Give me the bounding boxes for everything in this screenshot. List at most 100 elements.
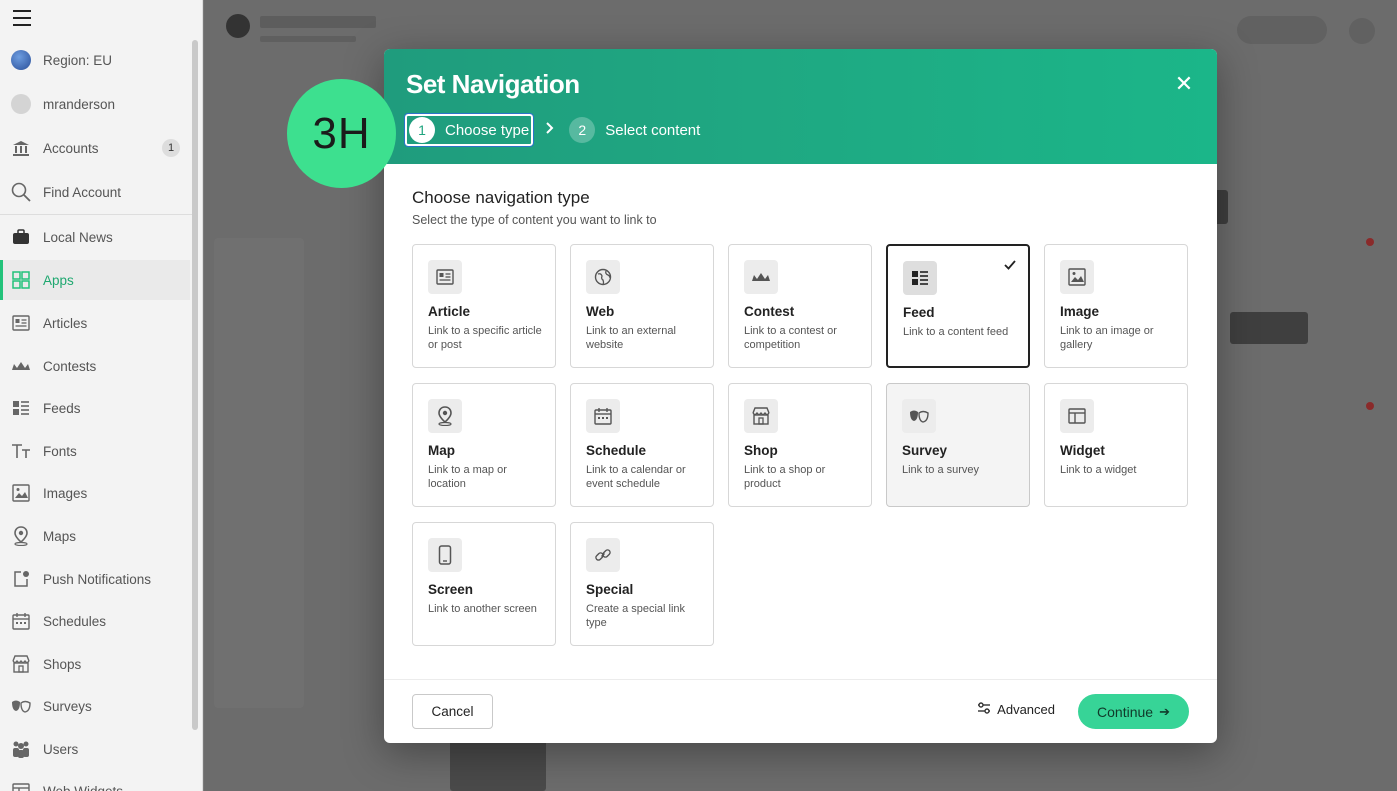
sidebar-item-shops[interactable]: Shops — [0, 644, 190, 684]
option-name: Image — [1060, 304, 1100, 319]
image-icon — [10, 482, 32, 504]
sidebar-item-articles[interactable]: Articles — [0, 303, 190, 343]
sidebar-item-contests[interactable]: Contests — [0, 346, 190, 386]
background-indicator — [1366, 402, 1374, 410]
option-card-widget[interactable]: Widget Link to a widget — [1044, 383, 1188, 507]
calendar-icon — [10, 610, 32, 632]
option-card-feed[interactable]: Feed Link to a content feed — [886, 244, 1030, 368]
sidebar-item-surveys[interactable]: Surveys — [0, 686, 190, 726]
sidebar-item-maps[interactable]: Maps — [0, 516, 190, 556]
sidebar-item-label: Maps — [43, 528, 77, 544]
option-description: Link to another screen — [428, 603, 537, 615]
option-card-contest[interactable]: Contest Link to a contest or competition — [728, 244, 872, 368]
arrow-right-icon: ➔ — [1159, 703, 1170, 719]
sidebar-item-push-notifications[interactable]: Push Notifications — [0, 559, 190, 599]
option-card-shop[interactable]: Shop Link to a shop or product — [728, 383, 872, 507]
option-card-survey[interactable]: Survey Link to a survey — [886, 383, 1030, 507]
sidebar-item-local-news[interactable]: Local News — [0, 217, 190, 257]
option-description: Link to an external website — [586, 325, 676, 351]
step-number: 2 — [569, 117, 596, 143]
option-card-screen[interactable]: Screen Link to another screen — [412, 522, 556, 646]
background-circle-button — [1349, 18, 1375, 44]
option-name: Survey — [902, 443, 948, 458]
bank-icon — [10, 137, 32, 159]
menu-icon[interactable] — [13, 10, 31, 26]
notification-icon — [10, 568, 32, 590]
option-description: Link to a content feed — [903, 326, 1009, 338]
sidebar-item-schedules[interactable]: Schedules — [0, 601, 190, 641]
option-card-map[interactable]: Map Link to a map or location — [412, 383, 556, 507]
sidebar-item-find-account[interactable]: Find Account — [0, 172, 190, 212]
image-icon — [1060, 260, 1094, 294]
shop-icon — [10, 653, 32, 675]
option-name: Screen — [428, 582, 474, 597]
stepper: 1 Choose type 2 Select content — [403, 113, 704, 147]
sidebar-item-label: Fonts — [43, 443, 77, 459]
option-card-special[interactable]: Special Create a special link type — [570, 522, 714, 646]
option-description: Link to a contest or competition — [744, 325, 837, 351]
option-description: Link to a survey — [902, 464, 980, 476]
step-marker: 3H — [287, 79, 396, 188]
section-title: Choose navigation type — [412, 188, 590, 207]
sidebar-item-fonts[interactable]: Fonts — [0, 431, 190, 471]
close-icon[interactable]: ✕ — [1173, 73, 1195, 95]
globe-icon — [10, 49, 32, 71]
article-icon — [428, 260, 462, 294]
background-pill-button — [1237, 16, 1327, 44]
user-menu[interactable]: mranderson — [0, 84, 190, 124]
sidebar-item-web-widgets[interactable]: Web Widgets — [0, 771, 190, 791]
option-description: Link to a calendar or event schedule — [586, 464, 686, 490]
option-name: Contest — [744, 304, 795, 319]
sidebar-divider — [0, 214, 195, 215]
modal-title: Set Navigation — [406, 69, 580, 99]
sidebar-item-label: Schedules — [43, 613, 107, 629]
option-name: Map — [428, 443, 455, 458]
checkmark-icon — [1004, 258, 1016, 273]
widget-icon — [1060, 399, 1094, 433]
sidebar-item-label: Articles — [43, 315, 88, 331]
shop-icon — [744, 399, 778, 433]
region-selector[interactable]: Region: EU — [0, 40, 190, 80]
sidebar-item-label: Local News — [43, 229, 113, 245]
sidebar-item-label: Surveys — [43, 698, 92, 714]
link-icon — [586, 538, 620, 572]
map-pin-icon — [10, 525, 32, 547]
option-name: Widget — [1060, 443, 1105, 458]
cancel-button[interactable]: Cancel — [412, 694, 493, 729]
option-card-image[interactable]: Image Link to an image or gallery — [1044, 244, 1188, 368]
briefcase-icon — [10, 226, 32, 248]
calendar-icon — [586, 399, 620, 433]
option-description: Link to a map or location — [428, 464, 507, 490]
sidebar-item-accounts[interactable]: Accounts 1 — [0, 128, 190, 168]
advanced-button[interactable]: Advanced — [977, 702, 1055, 717]
count-badge: 1 — [162, 139, 180, 157]
sidebar-item-label: Images — [43, 485, 88, 501]
widget-icon — [10, 780, 32, 791]
sidebar-item-feeds[interactable]: Feeds — [0, 388, 190, 428]
option-card-article[interactable]: Article Link to a specific article or pos… — [412, 244, 556, 368]
option-name: Special — [586, 582, 634, 597]
contest-icon — [744, 260, 778, 294]
option-description: Link to a specific article or post — [428, 325, 542, 351]
username: mranderson — [43, 96, 116, 112]
option-description: Link to a shop or product — [744, 464, 826, 490]
step-number: 1 — [409, 117, 435, 143]
step-choose-type[interactable]: 1 Choose type — [403, 113, 535, 147]
grid-icon — [10, 269, 32, 291]
option-name: Web — [586, 304, 615, 319]
continue-button[interactable]: Continue ➔ — [1078, 694, 1189, 729]
modal-header: Set Navigation ✕ 1 Choose type 2 Select … — [384, 49, 1217, 164]
step-label: Select content — [605, 121, 701, 139]
sidebar-item-users[interactable]: Users — [0, 729, 190, 769]
step-select-content[interactable]: 2 Select content — [567, 114, 704, 146]
sidebar-scrollbar[interactable] — [192, 40, 198, 730]
option-card-schedule[interactable]: Schedule Link to a calendar or event sche… — [570, 383, 714, 507]
chevron-right-icon — [545, 121, 555, 139]
option-name: Schedule — [586, 443, 647, 458]
sidebar-item-images[interactable]: Images — [0, 473, 190, 513]
sidebar-item-label: Shops — [43, 656, 82, 672]
section-subtitle: Select the type of content you want to l… — [412, 213, 657, 227]
option-card-web[interactable]: Web Link to an external website — [570, 244, 714, 368]
globe-icon — [586, 260, 620, 294]
sidebar-item-apps[interactable]: Apps — [0, 260, 190, 300]
